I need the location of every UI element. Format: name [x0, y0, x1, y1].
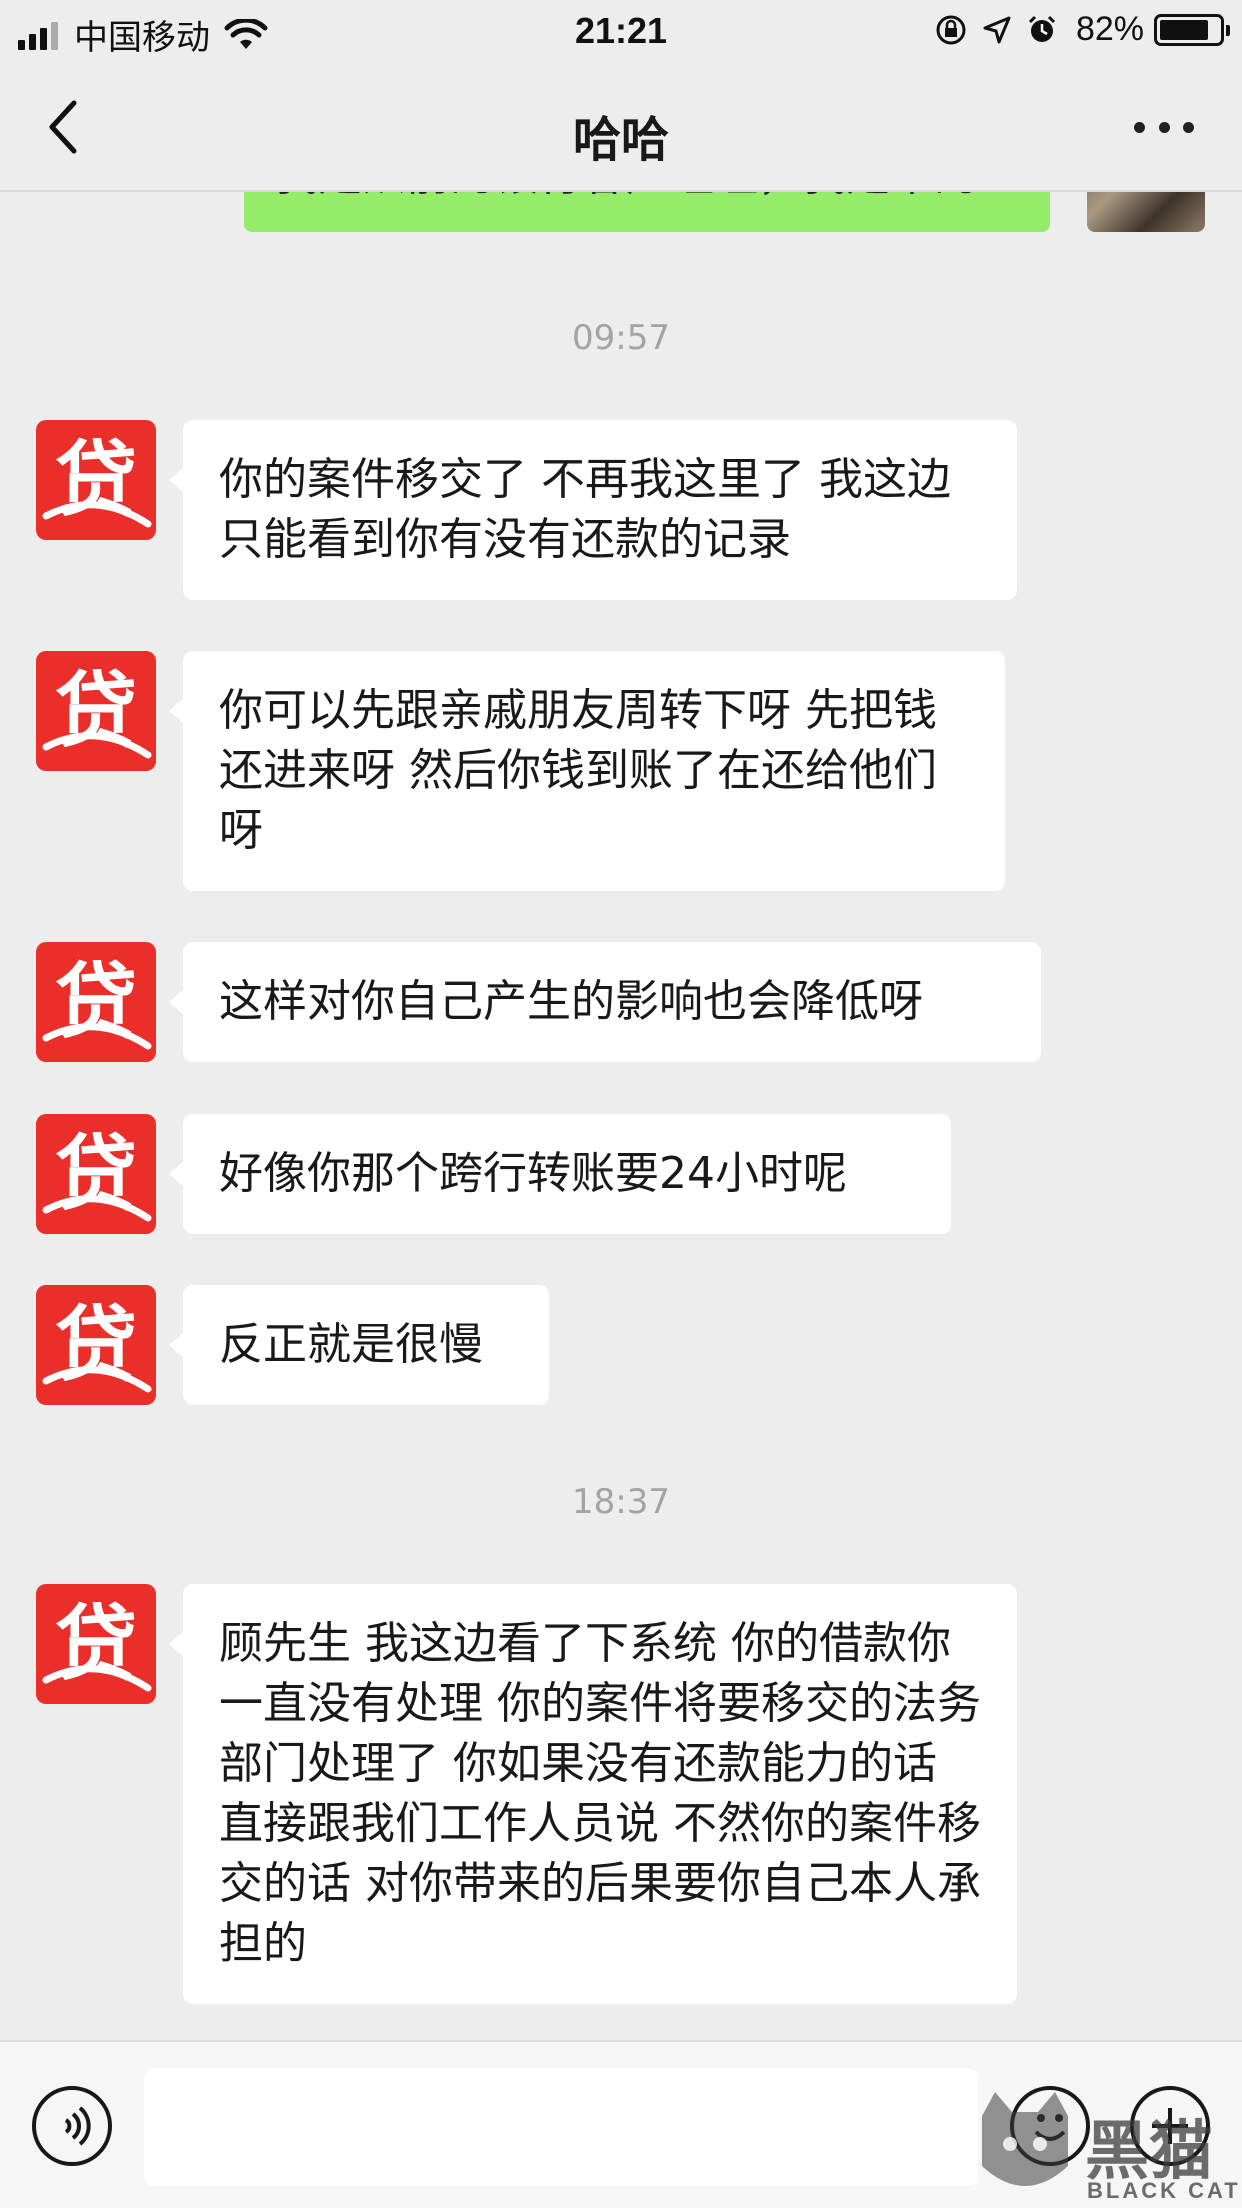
emoji-button[interactable] [1010, 2086, 1090, 2166]
chat-area[interactable]: 我是从前的银行客户经理，我是来的 09:57 贷 你的案件移交了 不再我这里了 … [0, 192, 1242, 2040]
contact-avatar[interactable]: 贷 [36, 651, 156, 771]
incoming-bubble[interactable]: 这样对你自己产生的影响也会降低呀 [169, 942, 1041, 1062]
timestamp: 18:37 [572, 1482, 670, 1522]
loan-logo-icon: 贷 [42, 664, 152, 759]
outgoing-bubble-partial[interactable]: 我是从前的银行客户经理，我是来的 [244, 192, 1050, 232]
loan-logo-icon: 贷 [42, 1298, 152, 1393]
rotation-lock-icon [936, 15, 966, 44]
loan-logo-icon: 贷 [42, 955, 152, 1050]
status-bar: 中国移动 21:21 82% [0, 0, 1242, 62]
battery-icon [1154, 13, 1230, 46]
battery-level [1160, 19, 1208, 40]
loan-logo-icon: 贷 [42, 433, 152, 528]
location-icon [983, 16, 1011, 43]
loan-logo-icon: 贷 [42, 1127, 152, 1222]
more-dot [1183, 121, 1194, 133]
voice-button[interactable] [32, 2086, 112, 2166]
incoming-bubble[interactable]: 你的案件移交了 不再我这里了 我这边只能看到你有没有还款的记录 [169, 420, 1017, 600]
more-button[interactable] [1134, 112, 1194, 142]
more-dot [1158, 121, 1170, 133]
message-input[interactable] [144, 2068, 978, 2186]
more-dots-icon [1134, 121, 1145, 133]
incoming-bubble[interactable]: 顾先生 我这边看了下系统 你的借款你一直没有处理 你的案件将要移交的法务部门处理… [169, 1584, 1017, 2004]
plus-icon [1152, 2108, 1188, 2144]
contact-avatar[interactable]: 贷 [36, 1584, 156, 1704]
contact-avatar[interactable]: 贷 [36, 420, 156, 540]
chat-title: 哈哈 [572, 112, 669, 168]
battery-percent: 82% [1075, 10, 1144, 48]
emoji-icon [1034, 2114, 1066, 2141]
self-avatar[interactable] [1087, 192, 1205, 232]
nav-bar: 哈哈 [0, 62, 1242, 192]
contact-avatar[interactable]: 贷 [36, 1285, 156, 1405]
voice-icon [64, 2106, 91, 2146]
plus-button[interactable] [1130, 2086, 1210, 2166]
timestamp: 09:57 [572, 318, 670, 358]
loan-logo-icon: 贷 [42, 1597, 152, 1692]
incoming-bubble[interactable]: 反正就是很慢 [169, 1285, 549, 1405]
alarm-icon [1028, 15, 1055, 42]
status-right: 82% [920, 10, 1230, 49]
contact-avatar[interactable]: 贷 [36, 942, 156, 1062]
incoming-bubble[interactable]: 好像你那个跨行转账要24小时呢 [169, 1114, 951, 1234]
contact-avatar[interactable]: 贷 [36, 1114, 156, 1234]
input-bar [0, 2040, 1242, 2208]
incoming-bubble[interactable]: 你可以先跟亲戚朋友周转下呀 先把钱还进来呀 然后你钱到账了在还给他们呀 [169, 651, 1005, 891]
